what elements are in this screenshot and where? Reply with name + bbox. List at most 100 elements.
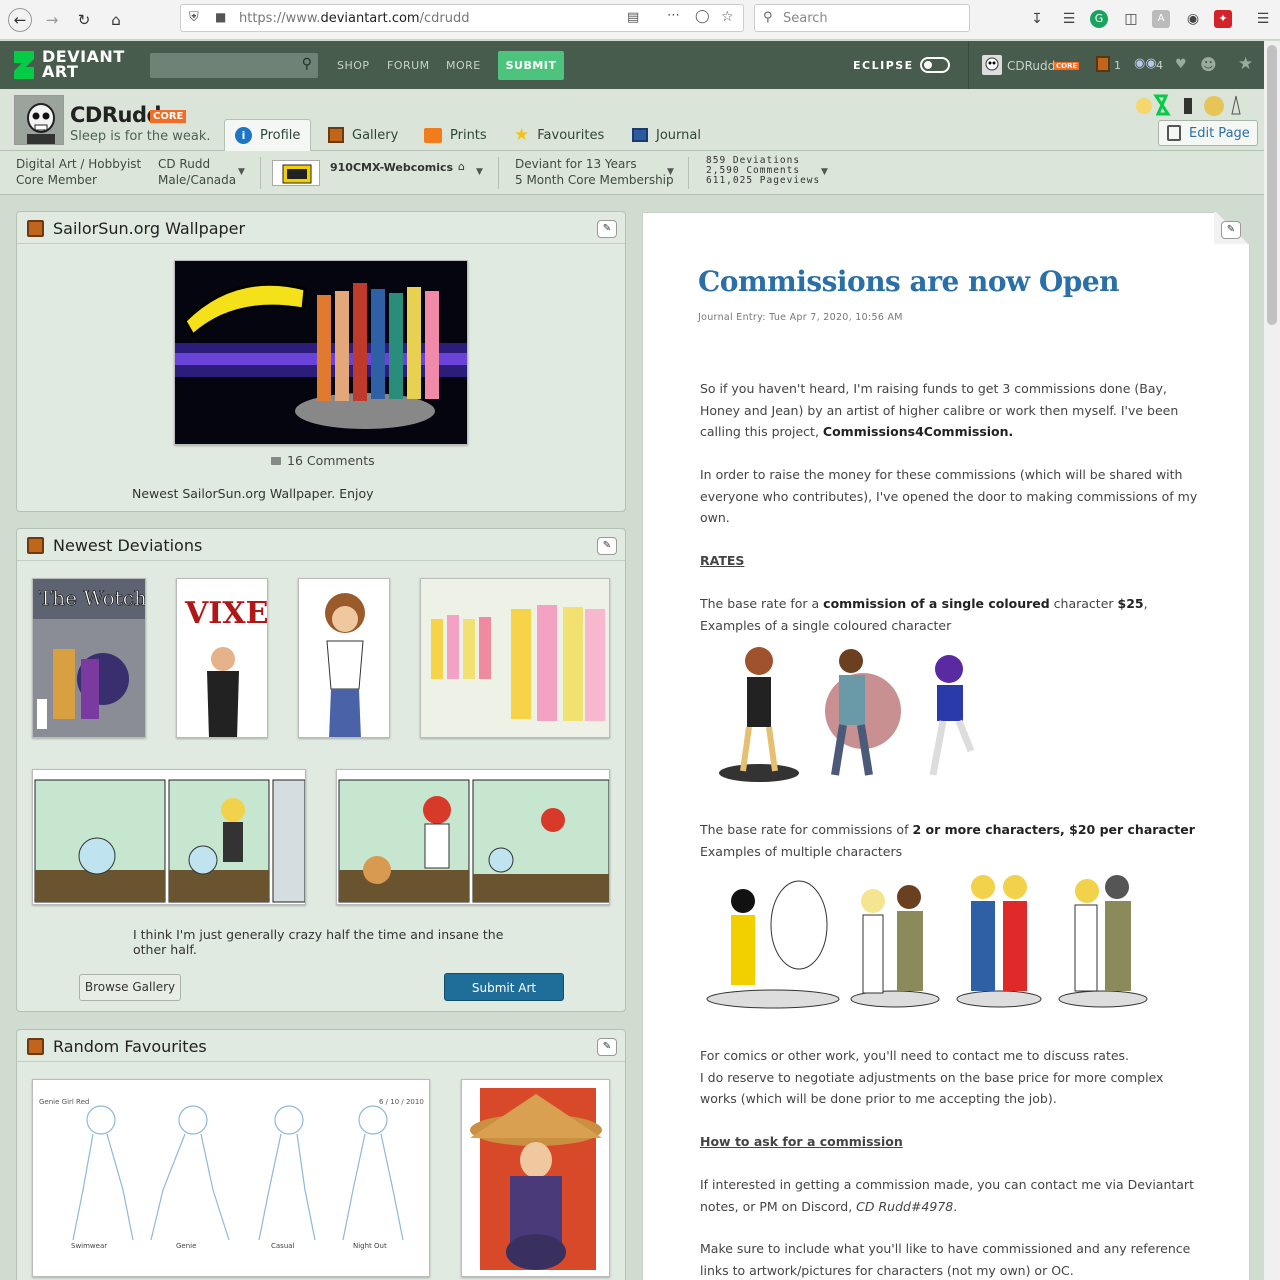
submit-button[interactable]: SUBMIT — [498, 51, 564, 80]
browse-gallery-button[interactable]: Browse Gallery — [79, 974, 181, 1001]
star-icon: ★ — [514, 125, 530, 145]
friends-icon[interactable]: ☻ — [1200, 55, 1217, 74]
deviation-thumbnail[interactable] — [32, 769, 306, 905]
back-icon[interactable]: ← — [8, 8, 32, 32]
tab-prints[interactable]: Prints — [414, 119, 497, 151]
svg-text:The Wotch: The Wotch — [39, 586, 146, 610]
tab-favourites-label: Favourites — [537, 127, 605, 143]
grammarly-icon[interactable]: G — [1090, 10, 1108, 28]
scrollbar-thumb[interactable] — [1267, 45, 1277, 325]
edit-widget-icon[interactable]: ✎ — [597, 1038, 617, 1056]
random-favourites-title: Random Favourites — [53, 1037, 207, 1056]
journal-meta: Journal Entry: Tue Apr 7, 2020, 10:56 AM — [698, 312, 903, 323]
svg-text:VIXEN: VIXEN — [184, 596, 268, 631]
favourite-thumbnail[interactable]: Genie Girl Red 6 / 10 / 2010 Swimwear Ge… — [32, 1079, 430, 1277]
shield-icon[interactable]: ⛨ — [189, 10, 199, 25]
chevron-down-icon[interactable]: ▼ — [667, 167, 674, 177]
deviation-thumbnail[interactable]: The Wotch — [32, 578, 146, 738]
favourite-thumbnail[interactable] — [461, 1079, 610, 1277]
widget-icon — [27, 220, 44, 237]
more-actions-icon[interactable]: ⋯ — [667, 8, 680, 23]
tab-favourites[interactable]: ★ Favourites — [504, 119, 614, 151]
info-icon: i — [235, 127, 252, 144]
search-bar[interactable]: ⚲ Search — [754, 4, 970, 32]
notifications-count: 1 — [1114, 59, 1121, 72]
member-role: Digital Art / Hobbyist Core Member — [16, 157, 142, 187]
edit-widget-icon[interactable]: ✎ — [597, 220, 617, 238]
menu-icon[interactable]: ☰ — [1254, 10, 1272, 28]
prints-icon — [424, 127, 442, 143]
newest-deviations-title: Newest Deviations — [53, 536, 203, 555]
gallery-quote: I think I'm just generally crazy half th… — [133, 927, 504, 957]
tab-profile[interactable]: i Profile — [224, 119, 312, 151]
extension-icon[interactable]: A — [1152, 10, 1170, 28]
home-icon[interactable]: ⌂ — [104, 8, 128, 32]
edit-page-icon — [1167, 125, 1181, 141]
download-icon[interactable]: ↧ — [1028, 10, 1046, 28]
random-favourites-widget: Random Favourites ✎ Genie Girl Red 6 / 1… — [16, 1029, 626, 1280]
forward-icon[interactable]: → — [40, 8, 64, 32]
sketch-label: Swimwear — [71, 1242, 108, 1250]
deviation-thumbnail[interactable]: VIXEN — [176, 578, 268, 738]
reload-icon[interactable]: ↻ — [72, 8, 96, 32]
watch-icon[interactable]: ◉◉ — [1134, 56, 1157, 71]
library-icon[interactable]: ☰ — [1060, 10, 1078, 28]
profile-name: CDRudd — [70, 103, 162, 127]
journal-paragraph: Make sure to include what you'll like to… — [700, 1241, 1191, 1278]
wallpaper-comments[interactable]: 16 Comments — [271, 453, 375, 468]
chevron-down-icon[interactable]: ▼ — [476, 167, 483, 177]
profile-avatar[interactable] — [14, 95, 64, 145]
edit-widget-icon[interactable]: ✎ — [597, 537, 617, 555]
chevron-down-icon[interactable]: ▼ — [821, 167, 828, 177]
page-scrollbar[interactable] — [1264, 41, 1280, 1280]
sketch-label: Night Out — [353, 1242, 387, 1250]
journal-paragraph: The base rate for commissions of 2 or mo… — [700, 822, 1195, 859]
deviantart-logo-text[interactable]: DEVIANT ART — [42, 49, 125, 80]
pdf-extension-icon[interactable]: ✦ — [1214, 10, 1232, 28]
sketch-label: Genie — [176, 1242, 197, 1250]
deviation-thumbnail[interactable] — [336, 769, 610, 905]
journal-paragraph: In order to raise the money for these co… — [700, 467, 1198, 525]
deviation-thumbnail[interactable] — [420, 578, 610, 738]
account-icon[interactable]: ◉ — [1184, 10, 1202, 28]
notifications-icon[interactable] — [1096, 56, 1110, 72]
widget-icon — [27, 1038, 44, 1055]
edit-widget-icon[interactable]: ✎ — [1221, 221, 1241, 239]
search-icon[interactable]: ⚲ — [302, 56, 312, 72]
deviantart-logo-icon[interactable] — [12, 49, 36, 81]
nav-more[interactable]: MORE — [446, 59, 481, 72]
journal-paragraph: So if you haven't heard, I'm raising fun… — [700, 381, 1179, 439]
nav-forum[interactable]: FORUM — [387, 59, 430, 72]
pocket-icon[interactable]: ◯ — [695, 9, 710, 24]
single-character-examples[interactable] — [713, 641, 1023, 786]
group-avatar[interactable] — [272, 160, 320, 186]
deviation-thumbnail[interactable] — [298, 578, 390, 738]
wallpaper-thumbnail[interactable] — [174, 260, 468, 445]
nav-shop[interactable]: SHOP — [337, 59, 370, 72]
sidebar-icon[interactable]: ◫ — [1122, 10, 1140, 28]
edit-page-button[interactable]: Edit Page — [1158, 120, 1258, 146]
tab-gallery[interactable]: Gallery — [318, 119, 408, 151]
tab-journal[interactable]: Journal — [622, 119, 711, 151]
journal-paragraph: For comics or other work, you'll need to… — [700, 1048, 1164, 1106]
reader-view-icon[interactable]: ▤ — [627, 10, 639, 25]
favourites-star-icon[interactable]: ★ — [1238, 54, 1253, 74]
heart-icon[interactable]: ♥ — [1175, 57, 1187, 72]
multiple-character-examples[interactable] — [703, 865, 1153, 1010]
submit-art-button[interactable]: Submit Art — [444, 973, 564, 1001]
url-bar[interactable]: ⛨ ■ https://www.deviantart.com/cdrudd ▤ … — [180, 4, 744, 32]
group-name[interactable]: 910CMX-Webcomics — [330, 161, 453, 174]
profile-badges[interactable] — [1134, 92, 1254, 118]
header-username[interactable]: CDRudd — [1007, 59, 1055, 73]
chevron-down-icon[interactable]: ▼ — [238, 167, 245, 177]
bookmark-star-icon[interactable]: ☆ — [721, 9, 734, 25]
journal-title[interactable]: Commissions are now Open — [698, 265, 1120, 298]
eclipse-toggle[interactable] — [920, 57, 950, 73]
user-avatar[interactable] — [982, 55, 1002, 75]
url-text: https://www.deviantart.com/cdrudd — [239, 11, 470, 26]
tab-gallery-label: Gallery — [352, 127, 399, 143]
site-search-input[interactable]: ⚲ — [150, 53, 318, 78]
profile-header: CDRudd CORE Sleep is for the weak. i Pro… — [0, 89, 1264, 151]
member-name: CD Rudd Male/Canada — [158, 157, 237, 187]
deviant-since: Deviant for 13 Years 5 Month Core Members… — [515, 157, 674, 187]
